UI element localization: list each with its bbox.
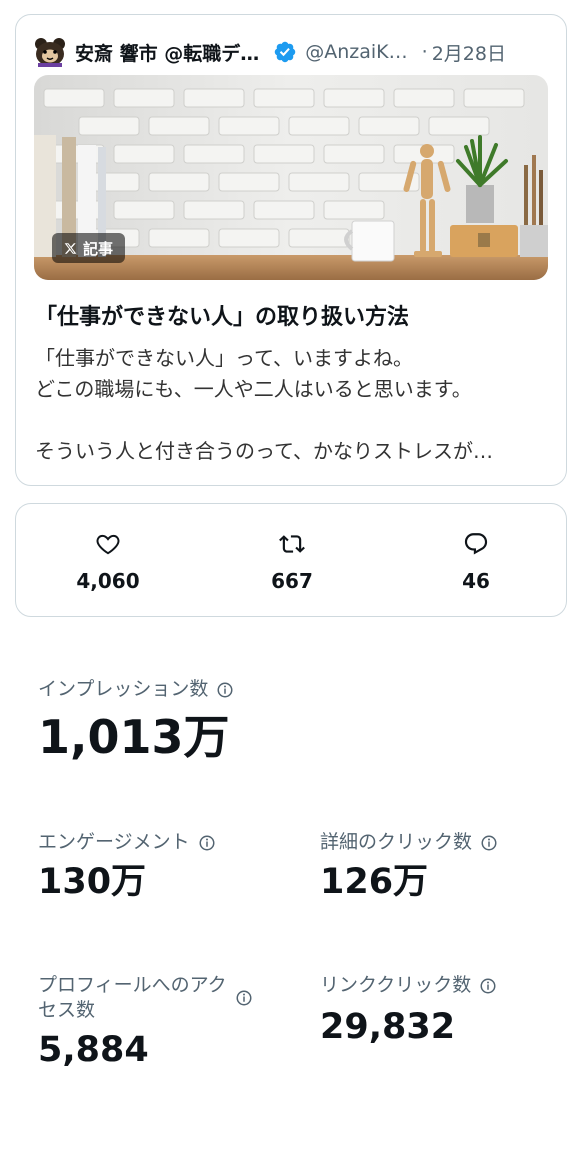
article-line: 「仕事ができない人」って、いますよね。	[35, 346, 413, 370]
link-clicks-value: 29,832	[320, 1007, 456, 1047]
reply-icon	[464, 533, 488, 555]
engagements-label: エンゲージメント	[38, 830, 216, 855]
badge-label: 記事	[83, 239, 114, 258]
link-clicks-label: リンククリック数	[320, 973, 497, 998]
author-handle[interactable]: @AnzaiK…	[305, 41, 407, 63]
info-icon[interactable]	[479, 977, 497, 995]
repost-icon	[279, 535, 305, 553]
separator-dot: ·	[421, 41, 428, 63]
bear-avatar-icon[interactable]	[34, 37, 66, 67]
reposts-stat[interactable]: 667	[200, 504, 384, 616]
post-header: 安斎 響市 @転職デ… @AnzaiK… · 2月28日	[34, 37, 554, 67]
x-logo-icon	[64, 242, 77, 254]
impressions-label-text: インプレッション数	[38, 678, 209, 700]
reposts-count: 667	[271, 569, 313, 593]
likes-stat[interactable]: 4,060	[16, 504, 200, 616]
impressions-label: インプレッション数	[38, 677, 234, 702]
article-line	[35, 405, 555, 436]
info-icon[interactable]	[198, 834, 216, 852]
profile-access-label-line: セス数	[38, 999, 96, 1021]
info-icon[interactable]	[235, 989, 253, 1007]
heart-icon	[96, 534, 120, 555]
article-line: そういう人と付き合うのって、かなりストレスが…	[35, 439, 493, 463]
replies-count: 46	[462, 569, 490, 593]
article-cover-image[interactable]: 記事	[34, 75, 548, 280]
article-title[interactable]: 「仕事ができない人」の取り扱い方法	[35, 299, 409, 331]
engagements-value: 130万	[38, 862, 147, 902]
profile-access-label-text: プロフィールへのアク セス数	[38, 973, 227, 1023]
info-icon[interactable]	[216, 681, 234, 699]
link-clicks-label-text: リンククリック数	[320, 974, 472, 996]
profile-access-label: プロフィールへのアク セス数	[38, 973, 262, 1023]
article-excerpt: 「仕事ができない人」って、いますよね。 どこの職場にも、一人や二人はいると思いま…	[35, 343, 555, 467]
article-line: どこの職場にも、一人や二人はいると思います。	[35, 377, 472, 401]
profile-access-value: 5,884	[38, 1030, 149, 1070]
info-icon[interactable]	[480, 834, 498, 852]
replies-stat[interactable]: 46	[384, 504, 568, 616]
profile-access-label-line: プロフィールへのアク	[38, 974, 227, 996]
article-post-card[interactable]: 安斎 響市 @転職デ… @AnzaiK… · 2月28日 記事 「仕事ができない…	[15, 14, 567, 486]
author-name[interactable]: 安斎 響市 @転職デ…	[75, 39, 259, 66]
detail-clicks-label: 詳細のクリック数	[320, 830, 498, 855]
engagement-summary: 4,060 667 46	[15, 503, 567, 617]
detail-clicks-value: 126万	[320, 862, 429, 902]
impressions-value: 1,013万	[38, 710, 230, 764]
likes-count: 4,060	[76, 569, 140, 593]
engagements-label-text: エンゲージメント	[38, 831, 190, 853]
x-article-badge: 記事	[52, 233, 126, 263]
post-date[interactable]: 2月28日	[432, 39, 506, 66]
detail-clicks-label-text: 詳細のクリック数	[320, 831, 473, 853]
verified-badge-icon	[274, 41, 296, 63]
